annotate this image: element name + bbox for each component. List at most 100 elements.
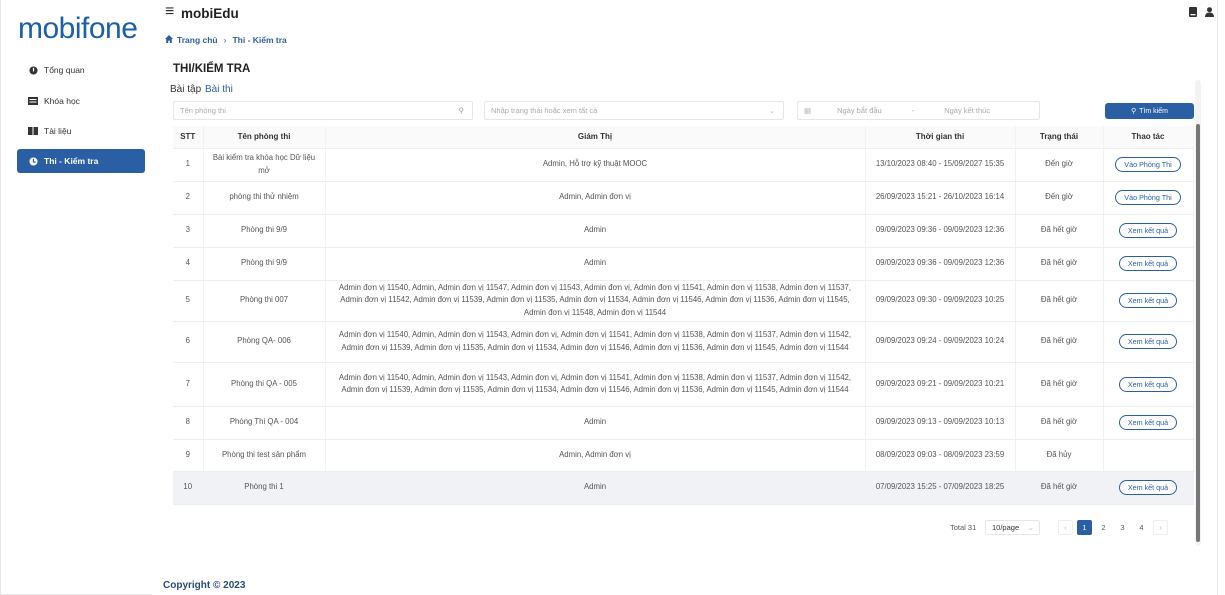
sidebar-item-label: Tài liệu: [44, 126, 72, 136]
status-placeholder: Nhập trạng thái hoặc xem tất cả: [491, 106, 598, 115]
room-name: Phòng thi 9/9: [203, 214, 326, 248]
row-actions: Xem kết quả: [1103, 471, 1194, 505]
status-text: Đã hết giờ: [1015, 362, 1104, 407]
exam-time: 13/10/2023 08:40 - 15/09/2027 15:35: [865, 148, 1016, 182]
page-title: THI/KIỂM TRA: [173, 63, 251, 75]
proctor-list: Admin, Admin đơn vị: [325, 439, 866, 472]
menu-icon[interactable]: ≡: [165, 3, 174, 21]
column-header: Thời gian thi: [865, 126, 1016, 149]
table-row: 4 Phòng thi 9/9 Admin 09/09/2023 09:36 - 09…: [173, 247, 1194, 281]
status-text: Đến giờ: [1015, 148, 1104, 182]
sidebar: mobifone Tổng quan Khóa học Tài liệu Thi…: [0, 0, 152, 595]
exam-time: 26/09/2023 15:21 - 26/10/2023 16:14: [865, 181, 1016, 215]
room-name-placeholder: Tên phòng thi: [180, 106, 226, 115]
row-index: 1: [173, 148, 204, 182]
table-row: 6 Phòng QA- 006 Admin đơn vị 11540, Admin,…: [173, 321, 1194, 363]
view-results-button[interactable]: Xem kết quả: [1118, 415, 1178, 430]
room-name: Phòng thi 007: [203, 280, 326, 322]
scrollbar-thumb[interactable]: [1196, 124, 1200, 542]
proctor-list: Admin đơn vị 11540, Admin, Admin đơn vị …: [325, 321, 866, 363]
total-count: Total 31: [950, 523, 977, 532]
enter-room-button[interactable]: Vào Phòng Thi: [1115, 157, 1181, 172]
sidebar-item-label: Khóa học: [44, 96, 80, 106]
search-icon: ⚲: [1131, 108, 1137, 115]
exam-time: 09/09/2023 09:36 - 09/09/2023 12:36: [865, 247, 1016, 281]
status-text: Đã hết giờ: [1015, 280, 1104, 322]
view-results-button[interactable]: Xem kết quả: [1118, 334, 1178, 349]
table-row: 7 Phòng thi QA - 005 Admin đơn vị 11540, A…: [173, 362, 1194, 407]
exam-time: 09/09/2023 09:30 - 09/09/2023 10:25: [865, 280, 1016, 322]
room-name-input[interactable]: Tên phòng thi ⚲: [173, 101, 473, 120]
room-name: Phòng Thi QA - 004: [203, 406, 326, 440]
tab-exercise[interactable]: Bài tập: [170, 84, 201, 95]
exam-time: 07/09/2023 15:25 - 07/09/2023 18:25: [865, 471, 1016, 505]
page-button[interactable]: 3: [1115, 520, 1130, 535]
status-text: Đã hết giờ: [1015, 247, 1104, 281]
view-results-button[interactable]: Xem kết quả: [1118, 293, 1178, 308]
status-text: Đã hết giờ: [1015, 406, 1104, 440]
row-index: 8: [173, 406, 204, 440]
exam-table: STT Tên phòng thi Giám Thị Thời gian thi…: [173, 126, 1194, 505]
page-button[interactable]: 1: [1077, 520, 1092, 535]
room-name: Phòng thi test sản phẩm: [203, 439, 326, 472]
table-row: 1 Bài kiểm tra khóa học Dữ liệu mở Admin, …: [173, 148, 1194, 182]
course-icon: [28, 96, 38, 106]
table-header-row: STT Tên phòng thi Giám Thị Thời gian thi…: [173, 126, 1194, 149]
chevron-right-icon: ›: [223, 35, 227, 45]
sidebar-item-overview[interactable]: Tổng quan: [17, 58, 145, 82]
prev-page-button[interactable]: ‹: [1058, 520, 1073, 535]
column-header: Giám Thị: [325, 126, 866, 149]
row-actions: Xem kết quả: [1103, 362, 1194, 407]
document-icon: [28, 126, 38, 136]
view-results-button[interactable]: Xem kết quả: [1118, 480, 1178, 495]
search-button-label: Tìm kiếm: [1139, 107, 1168, 115]
start-date-placeholder: Ngày bắt đầu: [837, 106, 882, 115]
breadcrumb-home[interactable]: Trang chủ: [177, 35, 218, 45]
page-size-select[interactable]: 10/page ⌄: [985, 520, 1040, 535]
search-button[interactable]: ⚲ Tìm kiếm: [1105, 103, 1194, 119]
column-header: STT: [173, 126, 204, 149]
view-results-button[interactable]: Xem kết quả: [1118, 223, 1178, 238]
proctor-list: Admin, Hỗ trợ kỹ thuật MOOC: [325, 148, 866, 182]
exam-icon: [28, 156, 38, 166]
status-text: Đã hết giờ: [1015, 321, 1104, 363]
room-name: Phòng thi QA - 005: [203, 362, 326, 407]
sidebar-item-courses[interactable]: Khóa học: [17, 89, 145, 113]
chevron-down-icon: ⌄: [768, 106, 775, 115]
row-index: 2: [173, 181, 204, 215]
page-button[interactable]: 4: [1134, 520, 1149, 535]
proctor-list: Admin, Admin đơn vị: [325, 181, 866, 215]
book-icon[interactable]: [1189, 7, 1197, 19]
mobifone-logo[interactable]: mobifone: [18, 12, 138, 46]
column-header: Trạng thái: [1015, 126, 1104, 149]
tab-exam[interactable]: Bài thi: [205, 84, 233, 95]
header-actions: [1189, 7, 1214, 19]
row-actions: Xem kết quả: [1103, 321, 1194, 363]
table-row: 8 Phòng Thi QA - 004 Admin 09/09/2023 09:13…: [173, 406, 1194, 440]
row-actions: Xem kết quả: [1103, 214, 1194, 248]
row-actions: Xem kết quả: [1103, 247, 1194, 281]
enter-room-button[interactable]: Vào Phòng Thi: [1115, 190, 1181, 205]
column-header: Thao tác: [1103, 126, 1194, 149]
row-actions: Vào Phòng Thi: [1103, 148, 1194, 182]
user-icon[interactable]: [1205, 7, 1214, 19]
next-page-button[interactable]: ›: [1153, 520, 1168, 535]
sidebar-item-exam[interactable]: Thi - Kiểm tra: [17, 149, 145, 173]
sidebar-item-documents[interactable]: Tài liệu: [17, 119, 145, 143]
status-select[interactable]: Nhập trạng thái hoặc xem tất cả ⌄: [484, 101, 784, 120]
right-border: [1217, 0, 1218, 595]
exam-time: 09/09/2023 09:13 - 09/09/2023 10:13: [865, 406, 1016, 440]
sidebar-item-label: Tổng quan: [44, 65, 85, 75]
end-date-placeholder: Ngày kết thúc: [944, 106, 991, 115]
date-range-picker[interactable]: ▦ Ngày bắt đầu - Ngày kết thúc: [797, 101, 1040, 120]
page-button[interactable]: 2: [1096, 520, 1111, 535]
view-results-button[interactable]: Xem kết quả: [1118, 376, 1178, 392]
status-text: Đã hủy: [1015, 439, 1104, 472]
status-text: Đã hết giờ: [1015, 214, 1104, 248]
proctor-list: Admin đơn vị 11540, Admin, Admin đơn vị …: [325, 280, 866, 322]
breadcrumb-current: Thi - Kiểm tra: [232, 35, 287, 45]
view-results-button[interactable]: Xem kết quả: [1118, 256, 1178, 271]
row-actions: Vào Phòng Thi: [1103, 181, 1194, 215]
home-icon: [165, 35, 173, 45]
room-name: Bài kiểm tra khóa học Dữ liệu mở: [203, 148, 326, 182]
